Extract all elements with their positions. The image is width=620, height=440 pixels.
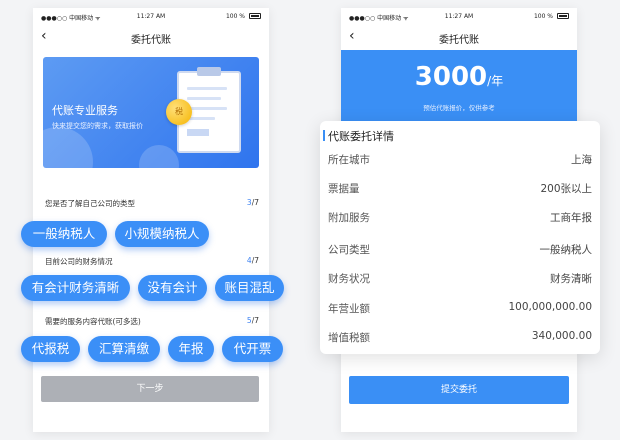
tax-coin-icon: 税 (166, 99, 192, 125)
step-count: 3/7 (247, 198, 259, 207)
option-has-accountant[interactable]: 有会计财务清晰 (21, 275, 130, 301)
step-total: /7 (251, 198, 259, 207)
clipboard-clip (197, 67, 221, 76)
row-label: 所在城市 (328, 154, 370, 166)
step-count: 4/7 (247, 256, 259, 265)
row-label: 附加服务 (328, 212, 370, 224)
option-small-taxpayer[interactable]: 小规模纳税人 (115, 221, 209, 247)
question-services: 需要的服务内容代账(可多选) (45, 317, 141, 326)
clipboard-line (187, 97, 221, 100)
detail-card: 代账委托详情 所在城市 上海 票据量 200张以上 附加服务 工商年报 公司类型… (320, 121, 600, 354)
row-value: 一般纳税人 (539, 244, 593, 256)
submit-button[interactable]: 提交委托 (349, 376, 569, 404)
option-messy-accounts[interactable]: 账目混乱 (215, 275, 284, 301)
nav-bar: ‹ 委托代账 (33, 24, 269, 50)
question-company-type: 您是否了解自己公司的类型 (45, 199, 135, 208)
banner-title: 代账专业服务 (52, 104, 118, 117)
banner-decoration (139, 145, 179, 168)
option-tax-filing[interactable]: 代报税 (21, 336, 80, 362)
clipboard-line (187, 87, 227, 90)
price-unit: /年 (487, 74, 504, 88)
battery-text: 100 % (533, 13, 553, 20)
battery-text: 100 % (225, 13, 245, 20)
battery-icon (557, 13, 569, 19)
option-annual-report[interactable]: 年报 (168, 336, 214, 362)
page-title: 委托代账 (131, 35, 171, 46)
detail-row: 财务状况 财务清晰 (328, 271, 592, 289)
battery-icon (249, 13, 261, 19)
row-label: 增值税额 (328, 332, 370, 344)
option-invoicing[interactable]: 代开票 (222, 336, 283, 362)
price-subtitle: 预估代账报价，仅供参考 (423, 104, 495, 112)
row-value: 340,000.00 (531, 330, 592, 342)
service-banner: 税 代账专业服务 快来提交您的需求，获取报价 (43, 57, 259, 168)
step-count: 5/7 (247, 316, 259, 325)
option-annual-settlement[interactable]: 汇算清缴 (88, 336, 160, 362)
next-step-button[interactable]: 下一步 (41, 376, 259, 402)
detail-row: 公司类型 一般纳税人 (328, 242, 592, 260)
row-value: 财务清晰 (550, 273, 592, 285)
row-label: 公司类型 (328, 244, 370, 256)
option-no-accountant[interactable]: 没有会计 (138, 275, 207, 301)
price-amount: 3000 (414, 62, 488, 92)
banner-decoration (43, 127, 93, 168)
phone-left: ●●●○○ 中国移动 ᯤ 11:27 AM 100 % ‹ 委托代账 税 代账专… (33, 8, 269, 432)
step-total: /7 (251, 256, 259, 265)
option-general-taxpayer[interactable]: 一般纳税人 (21, 221, 107, 247)
detail-row: 所在城市 上海 (328, 152, 592, 170)
page-title: 委托代账 (439, 35, 479, 46)
row-value: 工商年报 (550, 212, 592, 224)
row-label: 年营业额 (328, 303, 370, 315)
clipboard-block (187, 129, 209, 136)
banner-subtitle: 快来提交您的需求，获取报价 (52, 122, 143, 130)
clipboard-line (187, 117, 215, 120)
row-value: 上海 (571, 154, 592, 166)
row-label: 票据量 (328, 183, 360, 195)
card-title: 代账委托详情 (323, 130, 394, 143)
detail-row: 票据量 200张以上 (328, 181, 592, 199)
nav-bar: ‹ 委托代账 (341, 24, 577, 50)
status-bar: ●●●○○ 中国移动 ᯤ 11:27 AM 100 % (33, 8, 269, 24)
question-finance-status: 目前公司的财务情况 (45, 257, 113, 266)
price-display: 3000/年 (341, 62, 577, 92)
clipboard-line (187, 107, 227, 110)
step-total: /7 (251, 316, 259, 325)
detail-row: 增值税额 340,000.00 (328, 330, 592, 348)
detail-row: 附加服务 工商年报 (328, 210, 592, 228)
detail-row: 年营业额 100,000,000.00 (328, 301, 592, 319)
row-value: 100,000,000.00 (508, 301, 593, 313)
status-bar: ●●●○○ 中国移动 ᯤ 11:27 AM 100 % (341, 8, 577, 24)
row-label: 财务状况 (328, 273, 370, 285)
row-value: 200张以上 (540, 183, 592, 195)
